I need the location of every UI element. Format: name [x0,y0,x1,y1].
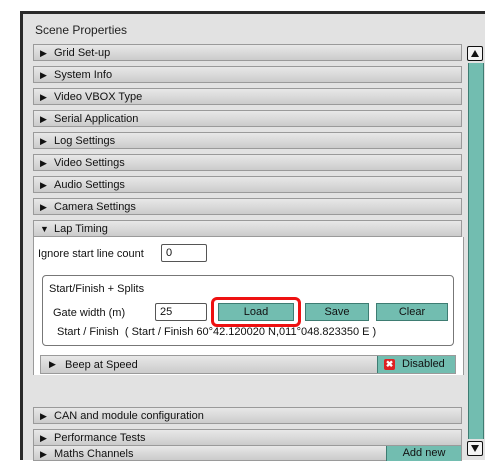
gate-width-label: Gate width (m) [53,307,126,319]
triangle-right-icon: ▶ [40,92,47,102]
section-maths-channels[interactable]: ▶ Maths Channels Add new [33,445,462,461]
triangle-right-icon: ▶ [40,158,47,168]
triangle-right-icon: ▶ [40,180,47,190]
triangle-right-icon: ▶ [40,70,47,80]
start-finish-coordinates: Start / Finish ( Start / Finish 60°42.12… [57,326,377,338]
triangle-right-icon: ▶ [40,202,47,212]
section-grid-setup[interactable]: ▶ Grid Set-up [33,44,462,61]
highlight-box [211,297,301,327]
section-video-vbox-type[interactable]: ▶ Video VBOX Type [33,88,462,105]
ignore-start-label: Ignore start line count [38,248,144,260]
scene-properties-panel: Scene Properties ▶ Grid Set-up ▶ System … [20,11,485,461]
section-label: Serial Application [54,113,139,125]
triangle-down-icon: ▼ [40,224,49,234]
triangle-right-icon: ▶ [49,359,56,369]
section-serial-application[interactable]: ▶ Serial Application [33,110,462,127]
section-label: Audio Settings [54,179,125,191]
section-label: CAN and module configuration [54,410,204,422]
scroll-up-button[interactable] [467,46,483,61]
section-label: System Info [54,69,113,81]
triangle-right-icon: ▶ [40,136,47,146]
section-label: Camera Settings [54,201,136,213]
add-new-button[interactable]: Add new [386,446,461,461]
vertical-scrollbar[interactable] [467,46,484,458]
section-audio-settings[interactable]: ▶ Audio Settings [33,176,462,193]
panel-title: Scene Properties [35,23,128,37]
beep-status-label: Disabled [402,358,445,370]
close-icon: ✖ [384,359,395,370]
section-label: Maths Channels [54,448,134,460]
section-performance-tests[interactable]: ▶ Performance Tests [33,429,462,446]
triangle-right-icon: ▶ [40,433,47,443]
scroll-down-button[interactable] [467,441,483,456]
beep-at-speed-row[interactable]: ▶ Beep at Speed ✖ Disabled [40,355,456,374]
group-title: Start/Finish + Splits [49,283,145,295]
triangle-right-icon: ▶ [40,114,47,124]
clear-button[interactable]: Clear [376,303,448,321]
triangle-right-icon: ▶ [40,411,47,421]
section-video-settings[interactable]: ▶ Video Settings [33,154,462,171]
section-label: Performance Tests [54,432,146,444]
arrow-down-icon [471,445,479,452]
triangle-right-icon: ▶ [40,449,47,459]
section-label: Lap Timing [54,223,108,235]
section-can-module-configuration[interactable]: ▶ CAN and module configuration [33,407,462,424]
section-label: Log Settings [54,135,116,147]
section-log-settings[interactable]: ▶ Log Settings [33,132,462,149]
section-system-info[interactable]: ▶ System Info [33,66,462,83]
gate-width-input[interactable]: 25 [155,303,207,321]
section-lap-timing[interactable]: ▼ Lap Timing [33,220,462,237]
beep-status-toggle[interactable]: ✖ Disabled [377,356,455,373]
section-label: Grid Set-up [54,47,111,59]
start-finish-group: Start/Finish + Splits Gate width (m) 25 … [42,275,454,346]
section-label: Video VBOX Type [54,91,143,103]
scrollbar-track[interactable] [468,63,484,439]
beep-label: Beep at Speed [65,359,138,371]
section-camera-settings[interactable]: ▶ Camera Settings [33,198,462,215]
section-label: Video Settings [54,157,125,169]
save-button[interactable]: Save [305,303,369,321]
arrow-up-icon [471,50,479,57]
triangle-right-icon: ▶ [40,48,47,58]
ignore-start-input[interactable]: 0 [161,244,207,262]
lap-timing-body: Ignore start line count 0 Start/Finish +… [33,237,464,375]
